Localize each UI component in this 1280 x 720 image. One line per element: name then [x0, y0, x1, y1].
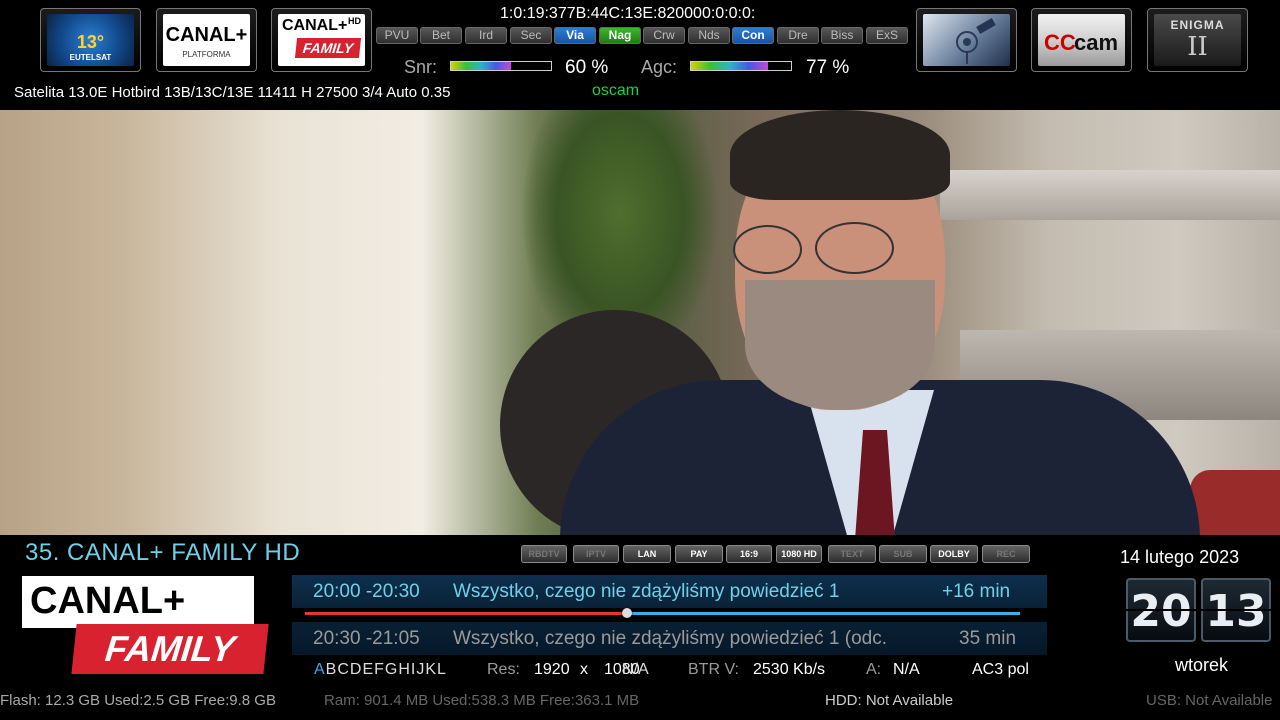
letter-index-rest: BCDEFGHIJKL	[325, 661, 447, 678]
res-x: x	[580, 661, 588, 678]
cccam-red-text: CC	[1044, 30, 1076, 55]
clock-flip-line	[1126, 609, 1196, 611]
ram-info: Ram: 901.4 MB Used:538.3 MB Free:363.1 M…	[324, 692, 640, 709]
date: 14 lutego 2023	[1120, 547, 1240, 567]
clock-hour: 20	[1130, 586, 1192, 637]
epg-next-time: 20:30 -21:05	[313, 628, 420, 649]
epg-now-time: 20:00 -20:30	[313, 581, 420, 602]
cam-badge-nds: Nds	[688, 27, 730, 44]
video-background-shelf	[940, 170, 1280, 220]
satellite-dish-logo	[916, 8, 1017, 72]
res-label: Res:	[487, 661, 520, 678]
platforma-text: PLATFORMA	[182, 50, 231, 59]
agc-meter-fill	[691, 62, 768, 70]
video-red-chair	[1190, 470, 1280, 535]
enigma2-logo: ENIGMA II	[1147, 8, 1248, 72]
canal-plus-family-hd-logo-small: CANAL+ HD FAMILY	[271, 8, 372, 72]
cam-badge-ird: Ird	[465, 27, 507, 44]
cam-badge-sec: Sec	[510, 27, 552, 44]
res-na: N/A	[622, 661, 649, 678]
status-badge-rec: REC	[982, 545, 1030, 563]
clock-minute: 13	[1205, 586, 1267, 637]
status-badge-sub: SUB	[879, 545, 927, 563]
status-badge-rbdtv: RBDTV	[521, 545, 567, 563]
res-width: 1920	[534, 661, 570, 678]
epg-progress-fill	[305, 612, 627, 615]
cam-badge-bet: Bet	[420, 27, 462, 44]
flash-info: Flash: 12.3 GB Used:2.5 GB Free:9.8 GB	[0, 692, 276, 709]
btr-label: BTR V:	[688, 661, 739, 678]
clock-hour-card: 20	[1126, 578, 1196, 642]
btr-value: 2530 Kb/s	[753, 661, 826, 678]
weekday: wtorek	[1175, 655, 1229, 675]
video-glasses-right	[815, 222, 894, 274]
snr-label: Snr:	[404, 57, 438, 77]
clock-minute-card: 13	[1201, 578, 1271, 642]
canal-plus-platforma-logo: CANAL+ PLATFORMA	[156, 8, 257, 72]
canal-plus-text: CANAL+	[165, 24, 248, 46]
cam-badge-exs: ExS	[866, 27, 908, 44]
cam-badge-con: Con	[732, 27, 774, 44]
cam-badge-pvu: PVU	[376, 27, 418, 44]
epg-next-title: Wszystko, czego nie zdążyliśmy powiedzie…	[453, 628, 887, 649]
channel-logo-family: FAMILY	[71, 624, 269, 674]
family-text: FAMILY	[294, 38, 362, 58]
hdd-info: HDD: Not Available	[825, 692, 954, 709]
canal-plus-text: CANAL+	[282, 17, 348, 34]
enigma-text: ENIGMA	[1170, 18, 1225, 32]
epg-progress-knob	[621, 608, 632, 618]
audio-a-value: N/A	[893, 661, 920, 678]
agc-meter	[690, 61, 792, 71]
audio-codec: AC3 pol	[972, 661, 1029, 678]
channel-logo-hd: HD	[228, 578, 254, 598]
cccam-black-text: cam	[1074, 30, 1119, 55]
letter-index-highlight: A	[314, 661, 326, 678]
snr-meter	[450, 61, 552, 71]
status-badge-16-9: 16:9	[726, 545, 772, 563]
satellite-icon	[956, 18, 996, 64]
cam-badge-crw: Crw	[643, 27, 685, 44]
agc-label: Agc:	[641, 57, 678, 77]
video-frame	[0, 110, 1280, 535]
status-badge-dolby: DOLBY	[930, 545, 978, 563]
snr-value: 60 %	[565, 57, 609, 78]
video-person-hair	[730, 110, 950, 200]
hd-text: HD	[348, 16, 361, 26]
cam-badge-dre: Dre	[777, 27, 819, 44]
epg-now-title: Wszystko, czego nie zdążyliśmy powiedzie…	[453, 581, 840, 602]
audio-a-label: A:	[866, 661, 882, 678]
snr-meter-fill	[451, 62, 511, 70]
status-badge-pay: PAY	[675, 545, 723, 563]
cccam-logo: CC cam	[1031, 8, 1132, 72]
eutelsat-text: EUTELSAT	[69, 53, 112, 62]
letter-index: ABCDEFGHIJKL	[314, 661, 447, 679]
channel-name: 35. CANAL+ FAMILY HD	[25, 539, 301, 566]
channel-logo: CANAL+ HD FAMILY	[22, 576, 280, 682]
cam-name: oscam	[592, 82, 640, 99]
service-reference: 1:0:19:377B:44C:13E:820000:0:0:0:	[500, 5, 756, 22]
satellite-info: Satelita 13.0E Hotbird 13B/13C/13E 11411…	[14, 84, 451, 101]
cam-badge-biss: Biss	[821, 27, 863, 44]
epg-next-duration: 35 min	[959, 628, 1017, 649]
status-badge-lan: LAN	[623, 545, 671, 563]
eutelsat-hotbird-logo: 13° EUTELSAT	[40, 8, 141, 72]
eutelsat-number: 13°	[76, 32, 105, 52]
video-glasses-left	[733, 225, 802, 274]
video-person-beard	[745, 280, 935, 410]
clock-flip-line	[1201, 609, 1271, 611]
epg-now-remaining: +16 min	[942, 581, 1011, 602]
usb-info: USB: Not Available	[1146, 692, 1273, 709]
cam-badge-nag: Nag	[599, 27, 641, 44]
channel-logo-canal-plus: CANAL+	[30, 580, 186, 622]
status-badge-text: TEXT	[828, 545, 876, 563]
cam-badge-via: Via	[554, 27, 596, 44]
enigma-ii-text: II	[1187, 32, 1208, 62]
agc-value: 77 %	[806, 57, 850, 78]
status-badge-iptv: IPTV	[573, 545, 619, 563]
status-badge-1080-hd: 1080 HD	[776, 545, 822, 563]
